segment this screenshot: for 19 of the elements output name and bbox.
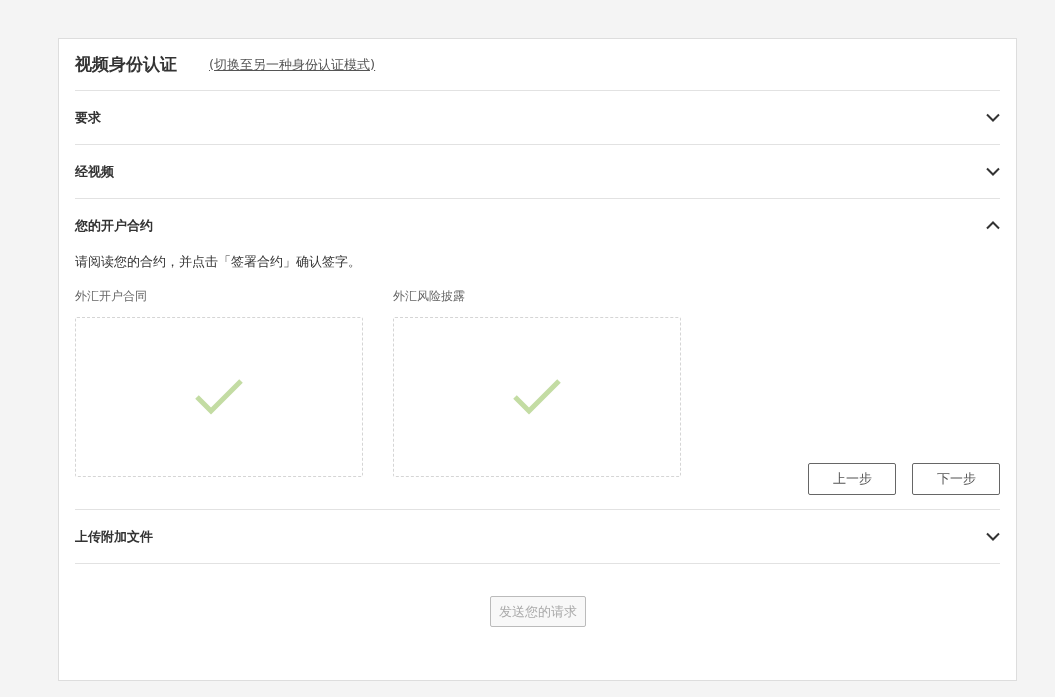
section-header[interactable]: 要求: [75, 91, 1000, 144]
chevron-down-icon: [986, 531, 1000, 541]
section-header[interactable]: 经视频: [75, 145, 1000, 198]
chevron-down-icon: [986, 167, 1000, 176]
switch-mode-link[interactable]: (切换至另一种身份认证模式): [209, 54, 376, 75]
page-title: 视频身份认证: [75, 52, 177, 76]
document-box[interactable]: [393, 316, 681, 477]
instruction-text: 请阅读您的合约，并点击「签署合约」确认签字。: [75, 253, 362, 271]
checkmark-icon: [195, 378, 243, 415]
document-label: 外汇开户合同: [75, 287, 147, 305]
step-button[interactable]: 上一步: [808, 462, 896, 495]
checkmark-icon: [513, 378, 561, 415]
chevron-down-icon: [986, 113, 1000, 122]
section-header[interactable]: 上传附加文件: [75, 509, 1000, 563]
section-header[interactable]: 您的开户合约: [75, 199, 1000, 252]
step-button[interactable]: 下一步: [912, 462, 1000, 495]
document-box[interactable]: [75, 316, 363, 477]
chevron-up-icon: [986, 221, 1000, 230]
document-label: 外汇风险披露: [393, 287, 465, 305]
